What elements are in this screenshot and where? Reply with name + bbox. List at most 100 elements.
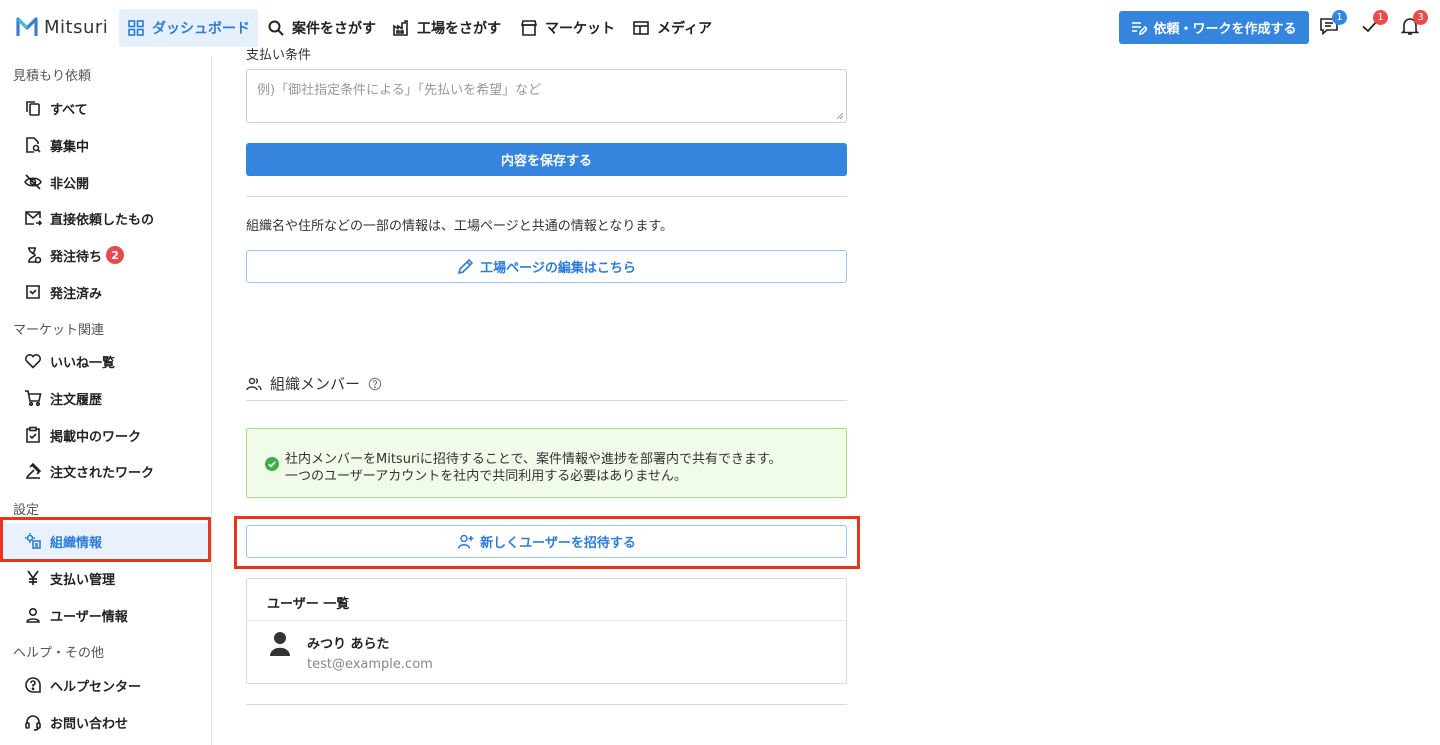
sidebar-item-label: いいね一覧 <box>50 355 116 371</box>
sidebar-item-label: 発注待ち <box>50 249 103 265</box>
help-icon <box>25 677 41 693</box>
sidebar-item-label: 支払い管理 <box>50 572 116 588</box>
help-circle-icon[interactable] <box>368 377 382 391</box>
nav-search-factories-label: 工場をさがす <box>417 21 501 37</box>
user-email: test@example.com <box>307 657 433 672</box>
mitsuri-logo-icon <box>16 17 38 36</box>
notifications-count-badge: 3 <box>1413 10 1428 25</box>
sidebar-item-label: お問い合わせ <box>50 716 129 732</box>
sidebar-item-label: すべて <box>50 102 88 118</box>
sidebar-item-label: 募集中 <box>50 139 90 155</box>
edit-list-icon <box>1132 21 1148 35</box>
sidebar-item-all[interactable]: すべて <box>0 90 210 126</box>
notifications-button[interactable]: 3 <box>1400 10 1428 38</box>
heart-icon <box>25 354 41 369</box>
sidebar-item-ordered-works[interactable]: 注文されたワーク <box>0 453 210 489</box>
sidebar-item-label: 非公開 <box>50 176 90 192</box>
yen-icon <box>27 570 39 585</box>
cart-icon <box>25 390 42 407</box>
sidebar-item-label: ユーザー情報 <box>50 609 128 625</box>
sidebar-item-ordered[interactable]: 発注済み <box>0 274 210 310</box>
sidebar-item-awaiting-order[interactable]: 発注待ち 2 <box>0 237 210 273</box>
sidebar-item-label: 注文履歴 <box>50 392 103 408</box>
divider <box>246 704 847 705</box>
clipboard-icon <box>26 426 40 443</box>
user-name: みつり あらた <box>307 637 390 652</box>
resize-handle-icon[interactable] <box>836 112 844 120</box>
newspaper-icon <box>633 21 649 35</box>
copy-icon <box>26 101 40 116</box>
payment-terms-placeholder: 例)「御社指定条件による」「先払いを希望」など <box>257 83 542 98</box>
create-request-button[interactable]: 依頼・ワークを作成する <box>1119 11 1309 44</box>
nav-dashboard-label: ダッシュボード <box>152 21 250 37</box>
messages-count-badge: 1 <box>1332 10 1347 25</box>
awaiting-order-count-badge: 2 <box>106 246 125 264</box>
top-navigation-bar: Mitsuri ダッシュボード 案件をさがす 工場をさがす マーケット メディア <box>0 0 1440 56</box>
mitsuri-logo[interactable]: Mitsuri <box>16 16 108 38</box>
nav-media[interactable]: メディア <box>624 9 720 47</box>
factory-icon <box>393 20 408 36</box>
sidebar-item-label: 直接依頼したもの <box>50 212 155 228</box>
eye-off-icon <box>24 174 42 190</box>
pencil-icon <box>458 258 474 275</box>
user-icon <box>26 607 40 623</box>
section-title-quotes: 見積もり依頼 <box>13 69 92 84</box>
sidebar-item-label: 注文されたワーク <box>50 465 155 481</box>
sidebar-item-direct-requests[interactable]: 直接依頼したもの <box>0 200 210 236</box>
headset-icon <box>25 715 41 731</box>
divider <box>246 400 847 401</box>
search-icon <box>268 20 284 36</box>
sidebar-item-user-info[interactable]: ユーザー情報 <box>0 597 210 633</box>
divider <box>247 620 846 621</box>
grid-icon <box>128 20 144 36</box>
nav-search-projects-label: 案件をさがす <box>292 21 376 37</box>
divider <box>246 196 847 197</box>
payment-terms-label: 支払い条件 <box>246 48 312 63</box>
tasks-button[interactable]: 1 <box>1360 10 1388 38</box>
sidebar-item-listed-works[interactable]: 掲載中のワーク <box>0 417 210 453</box>
sidebar-item-order-history[interactable]: 注文履歴 <box>0 380 210 416</box>
highlight-box-sidebar <box>0 517 211 562</box>
nav-search-projects[interactable]: 案件をさがす <box>259 9 384 47</box>
members-section-title: 組織メンバー <box>246 373 382 394</box>
sidebar-item-payment[interactable]: 支払い管理 <box>0 560 210 596</box>
sidebar-item-recruiting[interactable]: 募集中 <box>0 127 210 163</box>
nav-dashboard[interactable]: ダッシュボード <box>119 9 258 47</box>
hourglass-icon <box>28 247 42 264</box>
mail-icon <box>25 211 42 226</box>
section-title-help: ヘルプ・その他 <box>13 646 105 661</box>
avatar <box>270 632 290 656</box>
nav-search-factories[interactable]: 工場をさがす <box>384 9 509 47</box>
check-circle-icon <box>265 457 279 471</box>
sidebar-item-contact[interactable]: お問い合わせ <box>0 704 210 740</box>
user-list-header: ユーザー 一覧 <box>267 597 350 612</box>
sidebar-item-label: 掲載中のワーク <box>50 429 142 445</box>
box-icon <box>26 285 40 299</box>
edit-factory-page-label: 工場ページの編集はこちら <box>480 261 636 276</box>
payment-terms-textarea[interactable]: 例)「御社指定条件による」「先払いを希望」など <box>246 69 847 123</box>
sidebar-item-help-center[interactable]: ヘルプセンター <box>0 667 210 703</box>
nav-market-label: マーケット <box>545 21 615 37</box>
tasks-count-badge: 1 <box>1373 10 1388 25</box>
save-button-label: 内容を保存する <box>500 154 592 169</box>
document-search-icon <box>26 137 41 153</box>
nav-market[interactable]: マーケット <box>512 9 623 47</box>
shared-info-text: 組織名や住所などの一部の情報は、工場ページと共通の情報となります。 <box>246 219 674 234</box>
members-title-text: 組織メンバー <box>270 375 361 393</box>
sidebar-item-private[interactable]: 非公開 <box>0 164 210 200</box>
user-list-card: ユーザー 一覧 みつり あらた test@example.com <box>246 578 847 684</box>
members-info-alert: 社内メンバーをMitsuriに招待することで、案件情報や進捗を部署内で共有できま… <box>246 428 847 498</box>
group-icon <box>246 377 262 390</box>
section-title-settings: 設定 <box>13 503 40 518</box>
sidebar-item-label: ヘルプセンター <box>50 679 142 695</box>
create-request-label: 依頼・ワークを作成する <box>1153 22 1297 37</box>
edit-factory-page-button[interactable]: 工場ページの編集はこちら <box>246 250 847 283</box>
save-button[interactable]: 内容を保存する <box>246 143 847 176</box>
sidebar-item-likes[interactable]: いいね一覧 <box>0 343 210 379</box>
messages-button[interactable]: 1 <box>1319 10 1347 38</box>
highlight-box-invite <box>234 516 860 569</box>
sidebar-item-label: 発注済み <box>50 286 103 302</box>
nav-media-label: メディア <box>657 21 713 37</box>
logo-text: Mitsuri <box>44 16 109 38</box>
alert-line-2: 一つのユーザーアカウントを社内で共同利用する必要はありません。 <box>285 469 687 484</box>
